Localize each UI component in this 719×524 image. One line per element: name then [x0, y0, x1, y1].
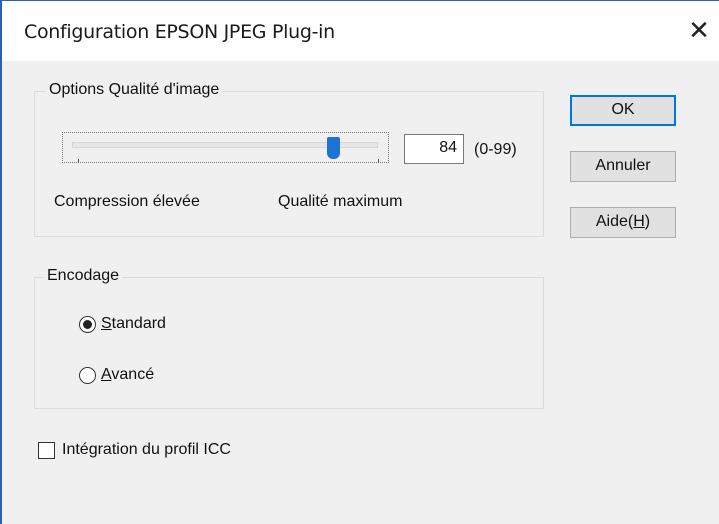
radio-advanced-label[interactable]: Avancé — [101, 366, 154, 384]
cancel-button[interactable]: Annuler — [570, 151, 676, 182]
quality-slider-thumb[interactable] — [326, 137, 340, 159]
quality-options-group — [34, 91, 544, 237]
icc-profile-label[interactable]: Intégration du profil ICC — [62, 441, 231, 459]
quality-value-field[interactable]: 84 — [404, 134, 464, 164]
quality-caption: Qualité maximum — [278, 193, 403, 210]
title-bar: Configuration EPSON JPEG Plug-in ✕ — [2, 1, 719, 61]
compression-caption: Compression élevée — [54, 193, 200, 210]
encoding-group — [34, 277, 544, 409]
quality-range-label: (0-99) — [474, 141, 517, 158]
encoding-group-label: Encodage — [44, 267, 123, 285]
radio-advanced[interactable] — [79, 367, 96, 384]
radio-selected-dot — [83, 320, 92, 329]
radio-standard-label[interactable]: Standard — [101, 315, 166, 333]
radio-standard[interactable] — [79, 316, 96, 333]
ok-button[interactable]: OK — [570, 95, 676, 126]
window-title: Configuration EPSON JPEG Plug-in — [24, 21, 335, 43]
close-icon[interactable]: ✕ — [679, 11, 719, 51]
help-button[interactable]: Aide(H) — [570, 207, 676, 238]
slider-tick-max — [378, 159, 379, 163]
icc-profile-checkbox[interactable] — [38, 442, 55, 459]
slider-tick-min — [78, 159, 79, 163]
quality-group-label: Options Qualité d'image — [46, 81, 223, 99]
dialog-window: Configuration EPSON JPEG Plug-in ✕ Optio… — [0, 0, 719, 524]
